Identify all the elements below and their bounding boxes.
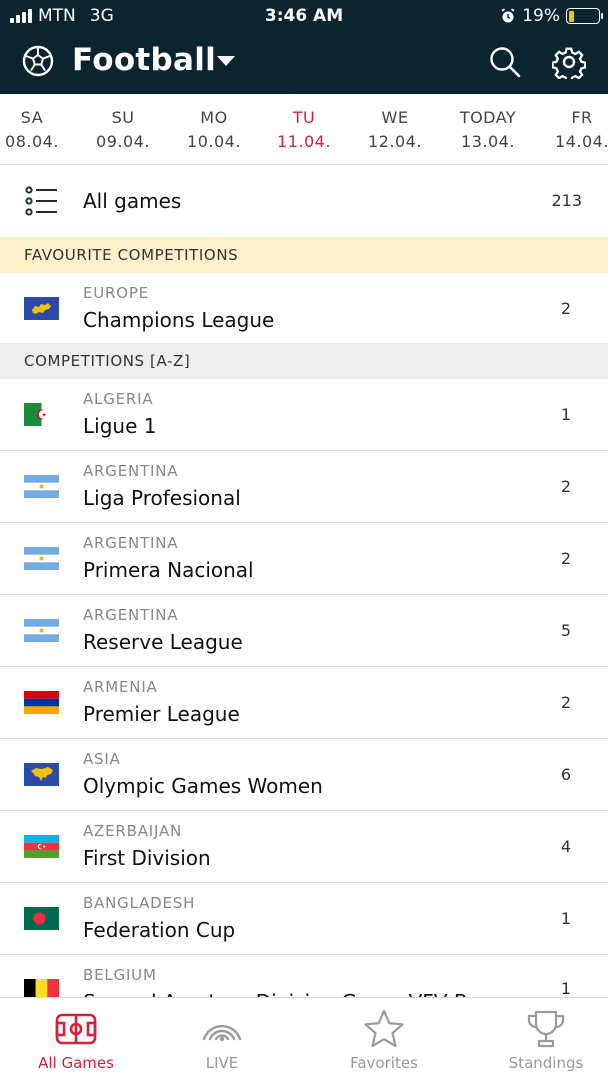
all-games-row[interactable]: All games 213 [0,166,608,237]
alarm-icon [501,8,515,23]
live-icon [202,1024,242,1042]
competition-row-ligue-1[interactable]: ALGERIA Ligue 1 1 [0,379,608,451]
field-icon [55,1013,97,1045]
nav-live[interactable]: LIVE [146,998,298,1080]
competition-country: ARMENIA [83,678,158,696]
competition-count: 5 [560,621,571,640]
date-tab-sa[interactable]: SA 08.04. [0,108,77,151]
nav-all-games[interactable]: All Games [0,998,152,1080]
competition-count: 4 [560,837,571,856]
competition-row-federation-cup[interactable]: BANGLADESH Federation Cup 1 [0,883,608,955]
chevron-down-icon[interactable] [217,56,235,66]
armenia-flag-icon [24,691,59,714]
competition-country: AZERBAIJAN [83,822,183,840]
competition-name: Champions League [83,308,275,332]
nav-label: LIVE [205,1054,239,1072]
nav-label: Standings [508,1054,584,1072]
competition-count: 2 [560,549,571,568]
competition-row-first-division[interactable]: AZERBAIJAN First Division 4 [0,811,608,883]
competition-name: Reserve League [83,630,243,654]
competition-count: 2 [560,477,571,496]
title-bar: Football [0,32,608,94]
competition-name: First Division [83,846,211,870]
gear-icon[interactable] [552,45,586,79]
competition-name: Ligue 1 [83,414,157,438]
europe-flag-icon [24,297,59,320]
competition-name: Primera Nacional [83,558,254,582]
app-screen: MTN 3G 3:46 AM 19% Football SA 08.04. SU… [0,0,608,1080]
favourite-competitions-header: FAVOURITE COMPETITIONS [0,237,608,273]
competition-count: 6 [560,765,571,784]
competition-count: 1 [560,405,571,424]
competition-row-champions-league[interactable]: EUROPE Champions League 2 [0,273,608,343]
date-tab-mo[interactable]: MO 10.04. [169,108,259,151]
argentina-flag-icon [24,619,59,642]
competition-name: Olympic Games Women [83,774,323,798]
nav-label: All Games [38,1054,114,1072]
competition-row-primera-nacional[interactable]: ARGENTINA Primera Nacional 2 [0,523,608,595]
argentina-flag-icon [24,547,59,570]
competition-country: BELGIUM [83,966,157,984]
trophy-icon [527,1010,565,1048]
search-icon[interactable] [488,45,522,79]
sport-selector-title[interactable]: Football [72,42,216,78]
asia-flag-icon [24,763,59,786]
bangladesh-flag-icon [24,907,59,930]
competition-count: 2 [560,299,571,318]
algeria-flag-icon [24,403,59,426]
competition-country: ARGENTINA [83,462,179,480]
competition-count: 2 [560,693,571,712]
nav-favorites[interactable]: Favorites [308,998,460,1080]
competition-country: EUROPE [83,284,150,302]
competition-country: ALGERIA [83,390,154,408]
status-right: 19% [500,6,603,26]
competition-name: Federation Cup [83,918,236,942]
competition-row-reserve-league[interactable]: ARGENTINA Reserve League 5 [0,595,608,667]
star-icon [364,1009,404,1048]
battery-icon [566,8,603,24]
competition-country: BANGLADESH [83,894,196,912]
date-strip: SA 08.04. SU 09.04. MO 10.04. TU 11.04. WE 12… [0,94,608,176]
bottom-navigation: All Games LIVE Favorites Standings [0,997,608,1080]
azerbaijan-flag-icon [24,835,59,858]
competition-country: ASIA [83,750,121,768]
nav-standings[interactable]: Standings [470,998,608,1080]
competition-count: 1 [560,979,571,998]
status-bar: MTN 3G 3:46 AM 19% [0,0,608,32]
all-games-count: 213 [551,191,582,210]
competition-name: Premier League [83,702,240,726]
date-tab-we[interactable]: WE 12.04. [350,108,440,151]
competition-row-premier-league[interactable]: ARMENIA Premier League 2 [0,667,608,739]
competition-country: ARGENTINA [83,534,179,552]
date-tab-tu[interactable]: TU 11.04. [259,108,349,176]
argentina-flag-icon [24,475,59,498]
football-icon [22,45,54,77]
competition-country: ARGENTINA [83,606,179,624]
date-tab-su[interactable]: SU 09.04. [78,108,168,151]
competition-count: 1 [560,909,571,928]
competition-row-liga-profesional[interactable]: ARGENTINA Liga Profesional 2 [0,451,608,523]
list-icon [25,186,57,216]
nav-label: Favorites [350,1054,418,1072]
competition-row-olympic-games-women[interactable]: ASIA Olympic Games Women 6 [0,739,608,811]
all-games-label: All games [83,189,182,213]
date-tab-fr[interactable]: FR 14.04. [537,108,608,151]
competition-name: Liga Profesional [83,486,241,510]
header: MTN 3G 3:46 AM 19% Football [0,0,608,94]
competitions-az-header: COMPETITIONS [A-Z] [0,343,608,379]
date-tab-today[interactable]: TODAY 13.04. [443,108,533,151]
battery-percent: 19% [522,6,560,26]
